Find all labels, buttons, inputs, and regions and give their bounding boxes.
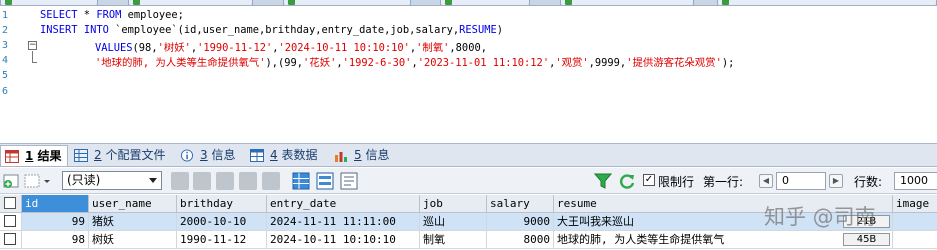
- column-header-entry-date[interactable]: entry_date: [267, 195, 420, 213]
- select-all-checkbox[interactable]: [4, 197, 16, 209]
- duplicate-row-icon[interactable]: [193, 172, 211, 190]
- line-number: 2: [2, 25, 9, 36]
- fold-toggle-icon[interactable]: −: [28, 41, 37, 50]
- column-header-salary[interactable]: salary: [487, 195, 554, 213]
- line-number: 4: [2, 55, 9, 66]
- line-number: 3: [2, 40, 9, 51]
- profile-grid-icon: [74, 149, 88, 162]
- chevron-down-icon: [149, 178, 157, 183]
- cell-user-name[interactable]: 树妖: [89, 231, 177, 249]
- cell-id[interactable]: 99: [22, 213, 89, 231]
- tab-history-info[interactable]: 5 信息: [330, 145, 389, 166]
- delete-icon[interactable]: [239, 172, 257, 190]
- cell-entry-date[interactable]: 2024-11-11 11:11:00: [267, 213, 420, 231]
- result-toolbar: (只读) ✓ 限制行 第一行: ◀ 0 ▶ 行数: 1000: [0, 168, 937, 194]
- row-options-dropdown-icon[interactable]: [24, 172, 52, 190]
- first-row-input[interactable]: 0: [776, 172, 826, 190]
- save-grid-icon[interactable]: [171, 172, 189, 190]
- cell-image[interactable]: [893, 213, 937, 231]
- first-row-label: 第一行:: [703, 175, 744, 189]
- line-number: 6: [2, 86, 9, 97]
- cell-user-name[interactable]: 猪妖: [89, 213, 177, 231]
- cell-salary[interactable]: 9000: [487, 213, 554, 231]
- filter-icon[interactable]: [594, 172, 612, 190]
- info-icon: [180, 149, 194, 162]
- query-icon: [565, 0, 572, 5]
- text-view-icon[interactable]: [340, 172, 358, 190]
- prev-page-icon[interactable]: ◀: [759, 174, 773, 188]
- watermark: 知乎 @司南: [764, 205, 876, 229]
- column-header-id[interactable]: id: [22, 195, 89, 213]
- limit-rows-checkbox[interactable]: ✓: [643, 174, 655, 186]
- cell-job[interactable]: 制氧: [420, 231, 487, 249]
- grid-results-icon: [5, 150, 19, 163]
- code-line-3: VALUES(98,'树妖','1990-11-12','2024-10-11 …: [95, 42, 487, 54]
- code-line-2: INSERT INTO `employee`(id,user_name,brit…: [40, 24, 503, 36]
- tab-info[interactable]: 3 信息: [176, 145, 235, 166]
- query-icon: [288, 0, 295, 5]
- grid-view-icon[interactable]: [292, 172, 310, 190]
- refresh-data-icon[interactable]: [262, 172, 280, 190]
- table-data-icon: [250, 149, 264, 162]
- tab-profiles[interactable]: 2 个配置文件: [70, 145, 165, 166]
- save-icon[interactable]: [216, 172, 234, 190]
- cell-image[interactable]: [893, 231, 937, 249]
- column-header-brithday[interactable]: brithday: [177, 195, 267, 213]
- cell-brithday[interactable]: 1990-11-12: [177, 231, 267, 249]
- result-mode-select[interactable]: (只读): [62, 171, 162, 190]
- cell-brithday[interactable]: 2000-10-10: [177, 213, 267, 231]
- code-line-4: '地球的肺, 为人类等生命提供氧气'),(99,'花妖','1992-6-30'…: [95, 57, 735, 69]
- cell-salary[interactable]: 8000: [487, 231, 554, 249]
- cell-entry-date[interactable]: 2024-10-11 10:10:10: [267, 231, 420, 249]
- code-line-1: SELECT * FROM employee;: [40, 9, 184, 21]
- blob-size-badge[interactable]: 45B: [843, 233, 890, 246]
- cell-job[interactable]: 巡山: [420, 213, 487, 231]
- fold-line: [32, 62, 37, 63]
- tab-table-data[interactable]: 4 表数据: [246, 145, 317, 166]
- line-number: 5: [2, 70, 9, 81]
- line-number-gutter: 1 2 3 4 5 6: [0, 6, 24, 139]
- row-checkbox[interactable]: [4, 215, 16, 227]
- next-page-icon[interactable]: ▶: [829, 174, 843, 188]
- query-icon: [722, 0, 729, 5]
- row-checkbox[interactable]: [4, 233, 16, 245]
- form-view-icon[interactable]: [316, 172, 334, 190]
- column-header-image[interactable]: image: [893, 195, 937, 213]
- refresh-icon[interactable]: [618, 172, 636, 190]
- sql-editor[interactable]: 1 2 3 4 5 6 − SELECT * FROM employee; IN…: [0, 6, 937, 139]
- query-icon: [133, 0, 140, 5]
- rows-count-input[interactable]: 1000: [894, 172, 937, 190]
- history-icon: [335, 152, 347, 162]
- row-selector[interactable]: [0, 231, 22, 249]
- result-tab-bar: 1 结果 2 个配置文件 3 信息 4 表数据 5 信息: [0, 143, 937, 167]
- select-all-header[interactable]: [0, 195, 22, 213]
- row-selector[interactable]: [0, 213, 22, 231]
- rows-label: 行数:: [854, 175, 883, 189]
- column-header-job[interactable]: job: [420, 195, 487, 213]
- column-header-user-name[interactable]: user_name: [89, 195, 177, 213]
- tab-results[interactable]: 1 结果: [0, 145, 68, 166]
- query-icon: [5, 0, 12, 5]
- line-number: 1: [2, 10, 9, 21]
- cell-id[interactable]: 98: [22, 231, 89, 249]
- query-icon: [445, 0, 452, 5]
- limit-rows-label: 限制行: [658, 175, 695, 189]
- add-row-icon[interactable]: [2, 172, 20, 190]
